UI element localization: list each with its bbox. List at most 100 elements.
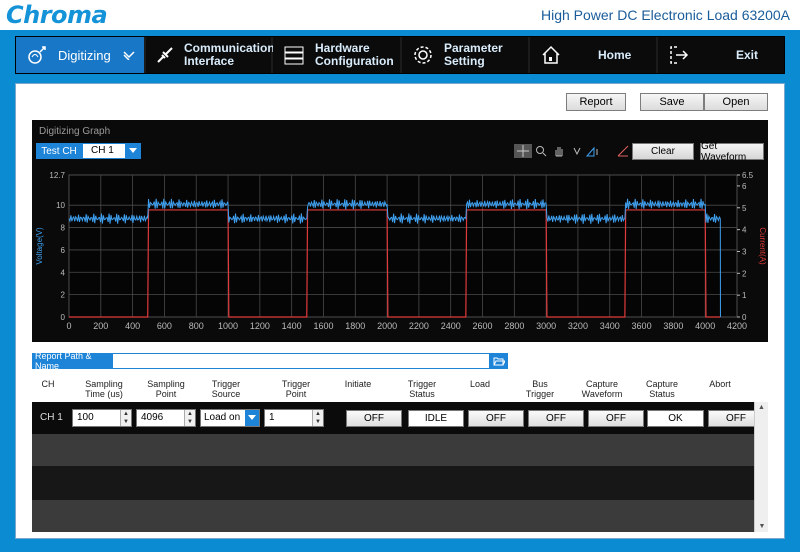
nav-parameter-setting[interactable]: Parameter Setting (402, 37, 530, 73)
get-waveform-button[interactable]: Get Waveform (700, 141, 764, 163)
exit-icon (666, 42, 692, 68)
nav-parameter-label: Parameter Setting (444, 41, 503, 68)
x-tick-label: 2800 (504, 321, 524, 331)
x-tick-label: 3800 (663, 321, 683, 331)
stepper-arrows-icon[interactable]: ▲ ▼ (184, 410, 195, 426)
sampling-time-input[interactable]: 100 ▲ ▼ (72, 409, 132, 427)
channel-dropdown-arrow-icon[interactable] (125, 143, 141, 159)
capture-waveform-button[interactable]: OFF (588, 410, 644, 427)
x-tick-label: 800 (189, 321, 204, 331)
x-tick-label: 0 (66, 321, 71, 331)
x-tick-label: 3000 (536, 321, 556, 331)
trigger-source-select[interactable]: Load on (200, 409, 260, 427)
server-stack-icon (281, 42, 307, 68)
folder-open-icon[interactable] (490, 353, 508, 369)
header-initiate: Initiate (344, 379, 372, 389)
x-tick-label: 400 (125, 321, 140, 331)
initiate-button[interactable]: OFF (346, 410, 402, 427)
trigger-point-input[interactable]: 1 ▲ ▼ (264, 409, 324, 427)
graph-title: Digitizing Graph (39, 126, 111, 137)
v-cursor-icon[interactable] (572, 144, 582, 158)
x-tick-label: 600 (157, 321, 172, 331)
x-tick-label: 3400 (600, 321, 620, 331)
header-sampling-time: Sampling Time (us) (85, 379, 123, 399)
y2-tick-label: 5 (742, 204, 747, 213)
y-tick-label: 4 (61, 268, 66, 277)
h-cursor-icon[interactable] (586, 144, 600, 158)
gear-icon (410, 42, 436, 68)
sampling-point-input[interactable]: 4096 ▲ ▼ (136, 409, 196, 427)
report-path-label: Report Path & Name (32, 351, 112, 371)
y2-tick-label: 6.5 (742, 171, 754, 180)
header-load: Load (469, 379, 491, 389)
nav-communication-interface[interactable]: Communication Interface (146, 37, 275, 73)
stepper-arrows-icon[interactable]: ▲ ▼ (312, 410, 323, 426)
nav-digitizing[interactable]: Digitizing (16, 37, 146, 73)
nav-hardware-configuration[interactable]: Hardware Configuration (273, 37, 402, 73)
chroma-logo: Chroma (6, 1, 108, 29)
header-trigger-source: Trigger Source (211, 379, 241, 399)
crosshair-icon[interactable] (514, 144, 532, 158)
x-tick-label: 3600 (632, 321, 652, 331)
report-path-input[interactable] (112, 353, 490, 369)
home-icon (538, 42, 564, 68)
x-tick-label: 2600 (473, 321, 493, 331)
header-abort: Abort (709, 379, 731, 389)
table-row (32, 434, 754, 466)
table-row (32, 466, 754, 500)
x-tick-label: 4000 (695, 321, 715, 331)
save-button[interactable]: Save (640, 93, 704, 111)
digitizing-panel: Report Save Open 0 200 400 600 800 1000 1200 14… (15, 83, 785, 539)
x-tick-label: 2200 (409, 321, 429, 331)
header-bus-trigger: Bus Trigger (525, 379, 555, 399)
scroll-down-icon[interactable]: ▼ (755, 523, 769, 530)
y2-tick-label: 0 (742, 313, 747, 322)
y-axis-label: Voltage(V) (35, 227, 44, 265)
scroll-up-icon[interactable]: ▲ (755, 404, 768, 411)
x-tick-label: 3200 (568, 321, 588, 331)
main-nav: Digitizing Communication Interface Hardw… (15, 36, 785, 74)
x-tick-label: 1400 (282, 321, 302, 331)
clear-button[interactable]: Clear (632, 143, 694, 160)
x-tick-label: 2000 (377, 321, 397, 331)
dropdown-arrow-icon[interactable] (245, 410, 259, 426)
y-tick-label: 2 (61, 291, 66, 300)
y-tick-label: 12.7 (49, 171, 65, 180)
y2-axis-label: Current(A) (758, 227, 767, 265)
y2-tick-label: 3 (742, 247, 747, 256)
app-title: High Power DC Electronic Load 63200A (540, 7, 790, 23)
y2-tick-label: 6 (742, 182, 747, 191)
stepper-arrows-icon[interactable]: ▲ ▼ (120, 410, 131, 426)
nav-exit[interactable]: Exit (658, 37, 784, 73)
nav-home[interactable]: Home (530, 37, 658, 73)
x-tick-label: 200 (93, 321, 108, 331)
digitizing-icon (24, 42, 50, 68)
load-button[interactable]: OFF (468, 410, 524, 427)
nav-home-label: Home (598, 47, 632, 62)
trigger-status-value: IDLE (408, 410, 464, 427)
nav-hardware-label: Hardware Configuration (315, 41, 394, 68)
x-tick-label: 4200 (727, 321, 747, 331)
nav-digitizing-label: Digitizing (58, 47, 111, 63)
y-tick-label: 10 (56, 201, 65, 210)
zoom-icon[interactable] (534, 144, 548, 158)
digitizing-graph[interactable]: 0 200 400 600 800 1000 1200 1400 1600 1800 2000 220… (32, 120, 768, 342)
chevron-down-icon (123, 49, 135, 62)
table-scrollbar[interactable]: ▲ ▼ (754, 402, 768, 532)
header-capture-waveform: Capture Waveform (581, 379, 623, 399)
header-capture-status: Capture Status (645, 379, 679, 399)
y2-tick-label: 4 (742, 226, 747, 235)
y2-tick-label: 1 (742, 291, 747, 300)
y-tick-label: 6 (61, 246, 66, 255)
y-tick-label: 0 (61, 313, 66, 322)
table-row: CH 1 100 ▲ ▼ 4096 ▲ ▼ Load on 1 ▲ ▼ OFF IDL… (32, 402, 764, 434)
usb-plug-icon (154, 42, 176, 68)
capture-status-value: OK (647, 410, 704, 427)
report-button[interactable]: Report (566, 93, 626, 111)
open-button[interactable]: Open (704, 93, 768, 111)
slope-icon[interactable] (616, 144, 630, 158)
x-tick-label: 1000 (218, 321, 238, 331)
bus-trigger-button[interactable]: OFF (528, 410, 584, 427)
row-ch: CH 1 (40, 412, 63, 423)
pan-hand-icon[interactable] (552, 144, 566, 158)
